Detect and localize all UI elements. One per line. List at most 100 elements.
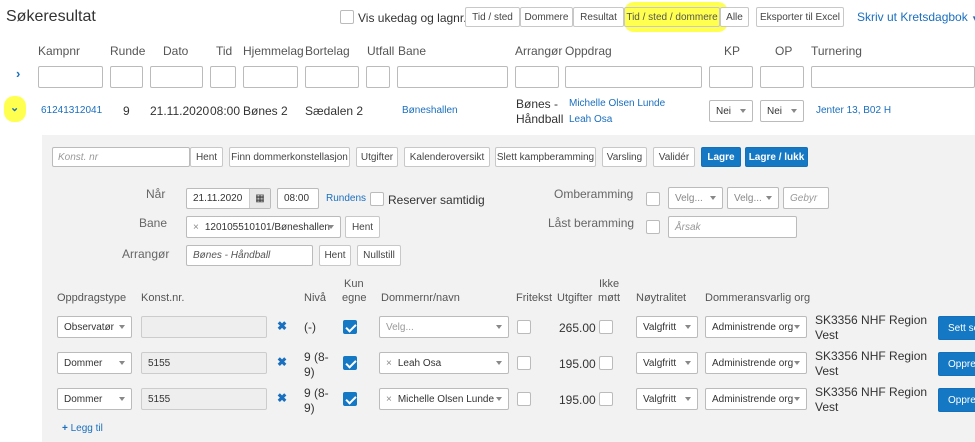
nullstill-button[interactable]: Nullstill <box>357 245 401 266</box>
filter-arrangor[interactable] <box>515 66 559 88</box>
filter-oppdrag[interactable] <box>565 66 702 88</box>
col-turnering[interactable]: Turnering <box>811 44 862 58</box>
filter-op[interactable] <box>760 66 804 88</box>
bane-hent-button[interactable]: Hent <box>345 216 380 238</box>
filter-tid[interactable] <box>210 66 236 88</box>
ansvarlig-select[interactable]: Administrende org <box>705 316 807 338</box>
tab-tid-sted-dommere[interactable]: Tid / sted / dommere <box>624 7 720 27</box>
match-op-select[interactable]: Nei <box>760 100 804 122</box>
fritekst-checkbox[interactable] <box>517 392 531 406</box>
match-bane[interactable]: Bøneshallen <box>402 105 458 116</box>
last-beramming-checkbox[interactable] <box>646 220 660 234</box>
opprett-button[interactable]: Oppre <box>938 388 975 412</box>
konst-input[interactable] <box>141 316 267 338</box>
col-bortelag[interactable]: Bortelag <box>305 44 350 58</box>
match-kp-select[interactable]: Nei <box>709 100 753 122</box>
col-runde[interactable]: Runde <box>110 44 145 58</box>
col-oppdrag[interactable]: Oppdrag <box>565 44 612 58</box>
varsling-button[interactable]: Varsling <box>602 147 647 167</box>
col-arrangor[interactable]: Arrangør <box>515 44 562 58</box>
tab-alle[interactable]: Alle <box>720 7 749 27</box>
filter-runde[interactable] <box>110 66 143 88</box>
noytralitet-select[interactable]: Valgfritt <box>636 388 698 410</box>
opprett-button[interactable]: Oppre <box>938 352 975 376</box>
col-bane[interactable]: Bane <box>398 44 426 58</box>
fritekst-checkbox[interactable] <box>517 320 531 334</box>
tab-resultat[interactable]: Resultat <box>573 7 624 27</box>
filter-turnering[interactable] <box>811 66 975 88</box>
arrangor-hent-button[interactable]: Hent <box>319 245 351 266</box>
ikke-mott-checkbox[interactable] <box>599 320 613 334</box>
match-kampnr[interactable]: 61241312041 <box>41 105 102 116</box>
match-oppdrag-2[interactable]: Leah Osa <box>569 114 612 125</box>
lagre-button[interactable]: Lagre <box>701 147 741 167</box>
clear-icon[interactable]: ✖ <box>277 319 287 333</box>
match-turnering[interactable]: Jenter 13, B02 H <box>816 105 891 116</box>
filter-hjemmelag[interactable] <box>243 66 298 88</box>
oppdragstype-select[interactable]: Dommer <box>57 388 132 410</box>
dommer-select[interactable]: × Michelle Olsen Lunde <box>379 388 509 410</box>
omberamming-velg-2[interactable]: Velg... <box>727 187 779 209</box>
kun-egne-checkbox[interactable] <box>343 356 357 370</box>
tab-tid-sted[interactable]: Tid / sted <box>465 7 520 27</box>
remove-icon[interactable]: × <box>386 394 392 405</box>
clear-icon[interactable]: ✖ <box>277 391 287 405</box>
sett-button[interactable]: Sett se <box>938 316 975 340</box>
filter-dato[interactable] <box>150 66 203 88</box>
col-tid[interactable]: Tid <box>216 44 232 58</box>
omberamming-checkbox[interactable] <box>646 192 660 206</box>
fritekst-checkbox[interactable] <box>517 356 531 370</box>
remove-icon[interactable]: × <box>386 358 392 369</box>
kun-egne-checkbox[interactable] <box>343 392 357 406</box>
rundens-link[interactable]: Rundens <box>326 193 366 204</box>
valider-button[interactable]: Validér <box>653 147 695 167</box>
dommer-select[interactable]: Velg... <box>379 316 509 338</box>
print-kretsdagbok-link[interactable]: Skriv ut Kretsdagbok ▼ <box>857 10 975 24</box>
omberamming-velg-1[interactable]: Velg... <box>668 187 723 209</box>
legg-til-link[interactable]: + Legg til <box>62 423 103 434</box>
clear-icon[interactable]: ✖ <box>277 355 287 369</box>
filter-bane[interactable] <box>397 66 508 88</box>
remove-icon[interactable]: × <box>193 222 199 233</box>
filter-utfall[interactable] <box>366 66 390 88</box>
ansvarlig-select[interactable]: Administrende org <box>705 352 807 374</box>
gebyr-input[interactable]: Gebyr <box>783 187 829 209</box>
export-excel-button[interactable]: Eksporter til Excel <box>756 7 844 27</box>
collapse-row-icon[interactable]: ⌄ <box>10 101 19 114</box>
col-kampnr[interactable]: Kampnr <box>38 44 80 58</box>
ansvarlig-select[interactable]: Administrende org <box>705 388 807 410</box>
ikke-mott-checkbox[interactable] <box>599 356 613 370</box>
reserver-samtidig-checkbox[interactable] <box>370 192 384 206</box>
expand-filter-icon[interactable]: › <box>16 66 20 81</box>
col-kp[interactable]: KP <box>724 44 740 58</box>
col-op[interactable]: OP <box>775 44 792 58</box>
hent-button[interactable]: Hent <box>190 147 223 167</box>
konst-input[interactable]: 5155 <box>141 388 267 410</box>
kalenderoversikt-button[interactable]: Kalenderoversikt <box>404 147 490 167</box>
dommer-select[interactable]: × Leah Osa <box>379 352 509 374</box>
utgifter-button[interactable]: Utgifter <box>356 147 398 167</box>
bane-select[interactable]: × 120105510101/Bøneshallen <box>186 216 341 238</box>
filter-kp[interactable] <box>709 66 753 88</box>
filter-kampnr[interactable] <box>38 66 103 88</box>
finn-dommerkonstellasjon-button[interactable]: Finn dommerkonstellasjon <box>229 147 350 167</box>
noytralitet-select[interactable]: Valgfritt <box>636 316 698 338</box>
lagre-lukk-button[interactable]: Lagre / lukk <box>745 147 808 167</box>
col-dato[interactable]: Dato <box>163 44 188 58</box>
kun-egne-checkbox[interactable] <box>343 320 357 334</box>
tab-dommere[interactable]: Dommere <box>520 7 573 27</box>
oppdragstype-select[interactable]: Dommer <box>57 352 132 374</box>
time-input[interactable]: 08:00 <box>277 188 319 209</box>
ikke-mott-checkbox[interactable] <box>599 392 613 406</box>
filter-bortelag[interactable] <box>305 66 359 88</box>
oppdragstype-select[interactable]: Observatør <box>57 316 132 338</box>
match-oppdrag-1[interactable]: Michelle Olsen Lunde <box>569 98 665 109</box>
konst-input[interactable]: 5155 <box>141 352 267 374</box>
konst-nr-input[interactable]: Konst. nr <box>52 147 190 167</box>
slett-kampberamming-button[interactable]: Slett kampberamming <box>495 147 596 167</box>
arsak-input[interactable]: Årsak <box>668 216 797 238</box>
calendar-icon[interactable]: ▦ <box>249 189 270 208</box>
show-weekday-checkbox[interactable] <box>340 10 354 24</box>
col-utfall[interactable]: Utfall <box>367 44 394 58</box>
noytralitet-select[interactable]: Valgfritt <box>636 352 698 374</box>
